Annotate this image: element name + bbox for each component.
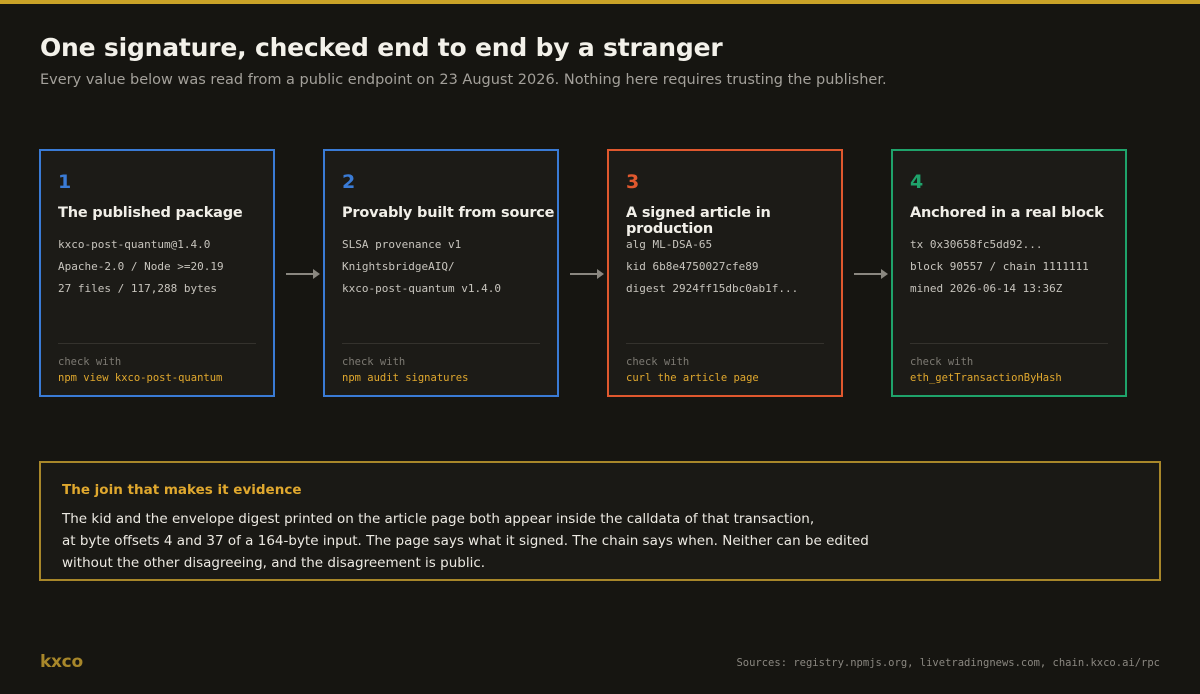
arrow-right-icon xyxy=(286,269,320,279)
join-title: The join that makes it evidence xyxy=(62,482,302,498)
arrow-right-icon xyxy=(570,269,604,279)
step-details: kxco-post-quantum@1.4.0 Apache-2.0 / Nod… xyxy=(58,238,224,304)
check-command: eth_getTransactionByHash xyxy=(910,372,1062,384)
step-number: 3 xyxy=(626,171,640,193)
step-title: The published package xyxy=(58,205,243,221)
step-card-1: 1 The published package kxco-post-quantu… xyxy=(39,149,275,397)
check-with-label: check with xyxy=(58,356,122,368)
step-title: Provably built from source xyxy=(342,205,555,221)
step-details: alg ML-DSA-65 kid 6b8e4750027cfe89 diges… xyxy=(626,238,798,304)
step-details: SLSA provenance v1 KnightsbridgeAIQ/ kxc… xyxy=(342,238,501,304)
check-with-label: check with xyxy=(342,356,406,368)
check-command: npm audit signatures xyxy=(342,372,469,384)
step-detail-line: block 90557 / chain 1111111 xyxy=(910,260,1089,273)
page-subtitle: Every value below was read from a public… xyxy=(40,72,887,88)
join-body: The kid and the envelope digest printed … xyxy=(62,508,1122,574)
card-divider xyxy=(910,343,1108,344)
step-details: tx 0x30658fc5dd92... block 90557 / chain… xyxy=(910,238,1089,304)
step-card-4: 4 Anchored in a real block tx 0x30658fc5… xyxy=(891,149,1127,397)
step-card-2: 2 Provably built from source SLSA proven… xyxy=(323,149,559,397)
step-detail-line: Apache-2.0 / Node >=20.19 xyxy=(58,260,224,273)
step-detail-line: SLSA provenance v1 xyxy=(342,238,462,251)
check-command: npm view kxco-post-quantum xyxy=(58,372,223,384)
page-title: One signature, checked end to end by a s… xyxy=(40,33,723,62)
card-divider xyxy=(342,343,540,344)
check-command: curl the article page xyxy=(626,372,759,384)
join-body-line: at byte offsets 4 and 37 of a 164-byte i… xyxy=(62,533,869,549)
join-body-line: without the other disagreeing, and the d… xyxy=(62,555,486,571)
step-card-3: 3 A signed article in production alg ML-… xyxy=(607,149,843,397)
top-accent-bar xyxy=(0,0,1200,4)
step-detail-line: tx 0x30658fc5dd92... xyxy=(910,238,1043,251)
step-detail-line: KnightsbridgeAIQ/ xyxy=(342,260,455,273)
step-detail-line: kxco-post-quantum v1.4.0 xyxy=(342,282,501,295)
step-detail-line: kid 6b8e4750027cfe89 xyxy=(626,260,759,273)
step-detail-line: mined 2026-06-14 13:36Z xyxy=(910,282,1063,295)
step-title: A signed article in production xyxy=(626,205,771,237)
step-title: Anchored in a real block xyxy=(910,205,1104,221)
check-with-label: check with xyxy=(626,356,690,368)
brand-logo: kxco xyxy=(40,652,83,672)
step-detail-line: digest 2924ff15dbc0ab1f... xyxy=(626,282,799,295)
sources-note: Sources: registry.npmjs.org, livetrading… xyxy=(736,657,1160,669)
join-evidence-box: The join that makes it evidence The kid … xyxy=(39,461,1161,581)
check-with-label: check with xyxy=(910,356,974,368)
step-detail-line: kxco-post-quantum@1.4.0 xyxy=(58,238,211,251)
step-number: 4 xyxy=(910,171,924,193)
join-body-line: The kid and the envelope digest printed … xyxy=(62,511,815,527)
step-number: 1 xyxy=(58,171,72,193)
step-detail-line: 27 files / 117,288 bytes xyxy=(58,282,217,295)
arrow-right-icon xyxy=(854,269,888,279)
step-detail-line: alg ML-DSA-65 xyxy=(626,238,713,251)
card-divider xyxy=(626,343,824,344)
card-divider xyxy=(58,343,256,344)
step-number: 2 xyxy=(342,171,356,193)
